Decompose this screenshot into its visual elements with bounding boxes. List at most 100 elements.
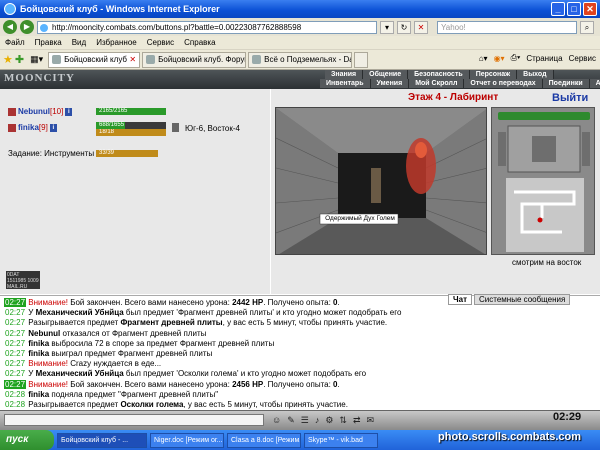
counter-badge: 0DAT 1511985 1009 MAIL.RU xyxy=(6,271,40,290)
nav-security[interactable]: Безопасность xyxy=(408,70,470,79)
chat-log[interactable]: 02:27 Внимание! Бой закончен. Всего вами… xyxy=(0,295,600,412)
chat-line: 02:27 У Механический Убнйца был предмет … xyxy=(4,369,598,379)
nav-inventory[interactable]: Инвентарь xyxy=(320,79,371,88)
chat-text: Внимание! xyxy=(28,298,68,307)
step-left-icon[interactable] xyxy=(498,132,506,166)
chat-emphasis: finika xyxy=(28,349,50,359)
player-nebunul[interactable]: Nebunul [10] i xyxy=(8,107,73,116)
task-label: Задание: Инструменты xyxy=(8,149,95,158)
menu-file[interactable]: Файл xyxy=(5,38,25,47)
feeds-icon[interactable]: ◉▾ xyxy=(494,54,505,63)
forward-icon[interactable]: ▶ xyxy=(20,20,34,34)
tab-forum[interactable]: Бойцовский клуб. Форум: "... xyxy=(142,51,247,68)
hp-bar-track: 688/1655 xyxy=(96,122,166,129)
close-button[interactable]: ✕ xyxy=(583,2,597,16)
add-favorite-icon[interactable]: ✚ xyxy=(15,53,24,66)
menu-tools[interactable]: Сервис xyxy=(147,38,174,47)
start-button[interactable]: пуск xyxy=(0,430,54,450)
nav-knowledge[interactable]: Знания xyxy=(325,70,364,79)
clear-icon[interactable]: ✎ xyxy=(287,415,295,426)
step-right-icon[interactable] xyxy=(582,132,590,166)
maximize-button[interactable]: □ xyxy=(567,2,581,16)
home-icon[interactable]: ⌂▾ xyxy=(479,54,488,63)
chat-line: 02:28 finika подняла предмет "Фрагмент д… xyxy=(4,390,598,400)
tab-system-messages[interactable]: Системные сообщения xyxy=(474,294,571,305)
task-progress: 33/39 xyxy=(96,150,158,157)
address-row: ◀ ▶ http://mooncity.combats.com/buttons.… xyxy=(0,18,600,36)
settings-icon[interactable]: ⚙ xyxy=(325,415,333,426)
nav-exit[interactable]: Выход xyxy=(517,70,554,79)
menu-favorites[interactable]: Избранное xyxy=(96,38,137,47)
refresh-icon[interactable]: ↻ xyxy=(397,20,411,34)
game-clock: 02:29 xyxy=(553,411,582,423)
nav-profile[interactable]: Анкета xyxy=(589,79,600,88)
stop-icon[interactable]: ✕ xyxy=(414,20,428,34)
chat-timestamp[interactable]: 02:27 xyxy=(4,369,26,378)
chat-text: выбросила 72 в споре за предмет Фрагмент… xyxy=(49,338,275,348)
translit-icon[interactable]: ⇄ xyxy=(353,415,361,426)
chat-text: . xyxy=(337,379,340,389)
scroll-icon[interactable]: ⇅ xyxy=(339,415,347,426)
chat-timestamp[interactable]: 02:27 xyxy=(4,339,26,348)
chat-line: 02:27 Разыгрывается предмет Фрагмент дре… xyxy=(4,318,598,328)
nav-scroll[interactable]: Мой Скролл xyxy=(409,79,465,88)
chat-timestamp[interactable]: 02:27 xyxy=(4,298,27,307)
minimap xyxy=(491,107,595,255)
menu-view[interactable]: Вид xyxy=(72,38,86,47)
minimize-button[interactable]: _ xyxy=(551,2,565,16)
new-tab[interactable] xyxy=(354,51,369,68)
info-icon[interactable]: i xyxy=(65,107,73,116)
turn-left-icon[interactable] xyxy=(532,136,556,162)
menu-edit[interactable]: Правка xyxy=(35,38,62,47)
nav-communication[interactable]: Общение xyxy=(363,70,409,79)
tab-darkclub[interactable]: Всё о Подземельях - DarkCl... xyxy=(248,51,353,68)
game-nav-bottom: Инвентарь Умения Мой Скролл Отчет о пере… xyxy=(320,79,600,88)
quick-tabs-icon[interactable]: ▦▾ xyxy=(30,54,43,65)
chat-text: Бой закончен. Всего вами нанесено урона: xyxy=(68,379,233,389)
back-icon[interactable]: ◀ xyxy=(3,20,17,34)
menu-help[interactable]: Справка xyxy=(184,38,215,47)
sound-icon[interactable]: ♪ xyxy=(315,415,320,426)
nav-character[interactable]: Персонаж xyxy=(469,70,518,79)
tools-menu[interactable]: Сервис xyxy=(569,54,596,63)
taskbar-item-word1[interactable]: Niger.doc [Режим ог... xyxy=(150,432,224,448)
chat-text: Внимание! xyxy=(28,359,68,369)
chat-input[interactable] xyxy=(4,414,264,426)
tab-combats[interactable]: Бойцовский клуб ✕ xyxy=(48,51,141,68)
nav-transfers[interactable]: Отчет о переводах xyxy=(464,79,543,88)
taskbar-item-skype[interactable]: Skype™ - vik.bad xyxy=(304,432,378,448)
window-titlebar: Бойцовский клуб - Windows Internet Explo… xyxy=(0,0,600,18)
taskbar-item-ie[interactable]: Бойцовский клуб - ... xyxy=(57,432,147,448)
chat-timestamp[interactable]: 02:27 xyxy=(4,329,26,338)
tab-chat[interactable]: Чат xyxy=(448,294,472,305)
chat-timestamp[interactable]: 02:27 xyxy=(4,318,26,327)
player-finika[interactable]: finika [9] i xyxy=(8,123,57,132)
taskbar-item-word2[interactable]: Clasa a 8.doc [Режим... xyxy=(227,432,301,448)
exit-dungeon-link[interactable]: Выйти xyxy=(552,92,588,104)
nav-fights[interactable]: Поединки xyxy=(542,79,590,88)
menu-bar: Файл Правка Вид Избранное Сервис Справка xyxy=(0,36,600,50)
window-controls: _ □ ✕ xyxy=(551,2,597,16)
chat-timestamp[interactable]: 02:28 xyxy=(4,390,26,399)
nav-skills[interactable]: Умения xyxy=(370,79,410,88)
address-bar[interactable]: http://mooncity.combats.com/buttons.pl?b… xyxy=(37,20,377,34)
page-menu[interactable]: Страница xyxy=(526,54,562,63)
close-tab-icon[interactable]: ✕ xyxy=(129,55,136,64)
chat-timestamp[interactable]: 02:27 xyxy=(4,379,27,389)
print-icon[interactable]: ⎙▾ xyxy=(511,53,521,63)
info-icon[interactable]: i xyxy=(49,123,57,132)
site-icon xyxy=(146,55,156,64)
chat-timestamp[interactable]: 02:27 xyxy=(4,308,26,317)
tell-icon[interactable]: ✉ xyxy=(367,415,375,426)
search-input[interactable]: Yahoo! xyxy=(437,20,577,34)
smile-icon[interactable]: ☺ xyxy=(272,415,281,426)
chat-timestamp[interactable]: 02:27 xyxy=(4,349,26,358)
filter-icon[interactable]: ☰ xyxy=(301,415,309,426)
chat-text: отказался от Фрагмент древней плиты xyxy=(60,328,207,338)
search-icon[interactable]: ⌕ xyxy=(580,20,594,34)
favorites-star-icon[interactable]: ★ xyxy=(3,53,13,66)
dungeon-view[interactable]: Одержимый Дух Голем xyxy=(275,107,487,255)
dropdown-icon[interactable]: ▾ xyxy=(380,20,394,34)
chat-timestamp[interactable]: 02:27 xyxy=(4,359,26,368)
chat-timestamp[interactable]: 02:28 xyxy=(4,400,26,409)
